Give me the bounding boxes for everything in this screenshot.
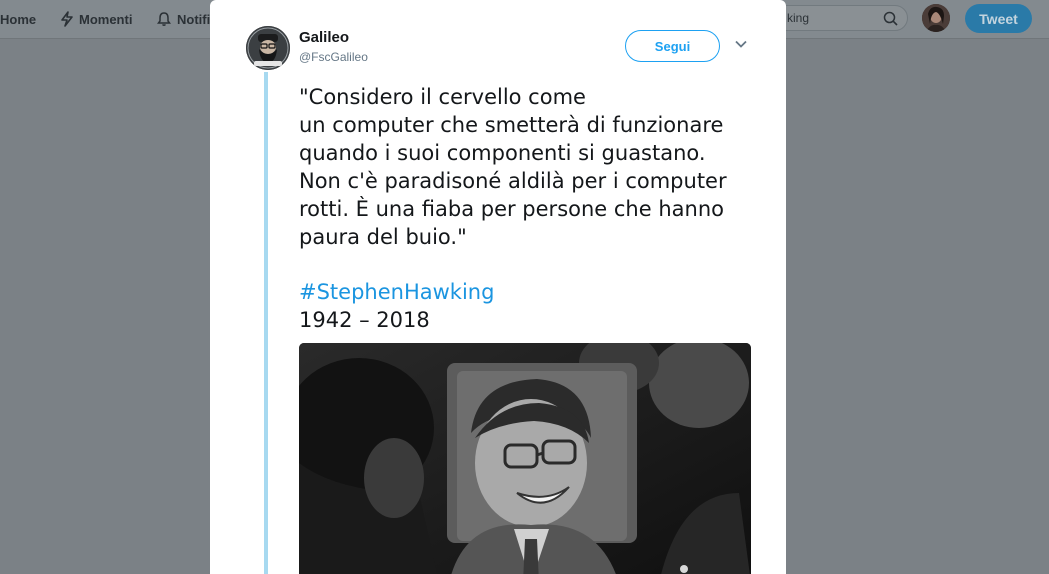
hashtag-link[interactable]: #StephenHawking <box>299 280 494 304</box>
tweet-text-line: "Considero il cervello come <box>299 85 586 109</box>
tweet-modal: Galileo @FscGalileo Segui "Considero il … <box>210 0 786 574</box>
nav-moments[interactable]: Momenti <box>60 0 132 38</box>
tweet-photo[interactable] <box>299 343 751 574</box>
bell-icon <box>157 12 171 26</box>
user-avatar[interactable] <box>922 4 950 32</box>
tweet-text-line: un computer che smetterà di funzionare <box>299 113 724 137</box>
tweet-text-line: quando i suoi componenti si guastano. <box>299 141 706 165</box>
nav-home[interactable]: Home <box>0 0 36 38</box>
author-handle[interactable]: @FscGalileo <box>299 50 368 64</box>
author-name[interactable]: Galileo <box>299 29 349 46</box>
search-icon[interactable] <box>883 11 898 26</box>
thread-line <box>264 72 268 574</box>
nav-home-label: Home <box>0 11 37 27</box>
tweet-years: 1942 – 2018 <box>299 308 430 332</box>
tweet-text-line: Non c'è paradisoné aldilà per i computer <box>299 169 727 193</box>
nav-moments-label: Momenti <box>79 11 133 27</box>
tweet-text-line: rotti. È una fiaba per persone che hanno <box>299 197 724 221</box>
moments-icon <box>61 11 73 27</box>
tweet-text: "Considero il cervello come un computer … <box>299 83 769 251</box>
chevron-down-icon[interactable] <box>734 37 748 51</box>
follow-button[interactable]: Segui <box>625 30 720 62</box>
author-avatar[interactable] <box>246 26 290 70</box>
nav-notifications-label: Notifi <box>177 11 211 27</box>
search-input-value: king <box>787 11 810 25</box>
search-input[interactable]: king <box>772 5 908 31</box>
tweet-button[interactable]: Tweet <box>965 4 1032 33</box>
tweet-text-line: paura del buio." <box>299 225 467 249</box>
nav-notifications[interactable]: Notifi <box>156 0 210 38</box>
